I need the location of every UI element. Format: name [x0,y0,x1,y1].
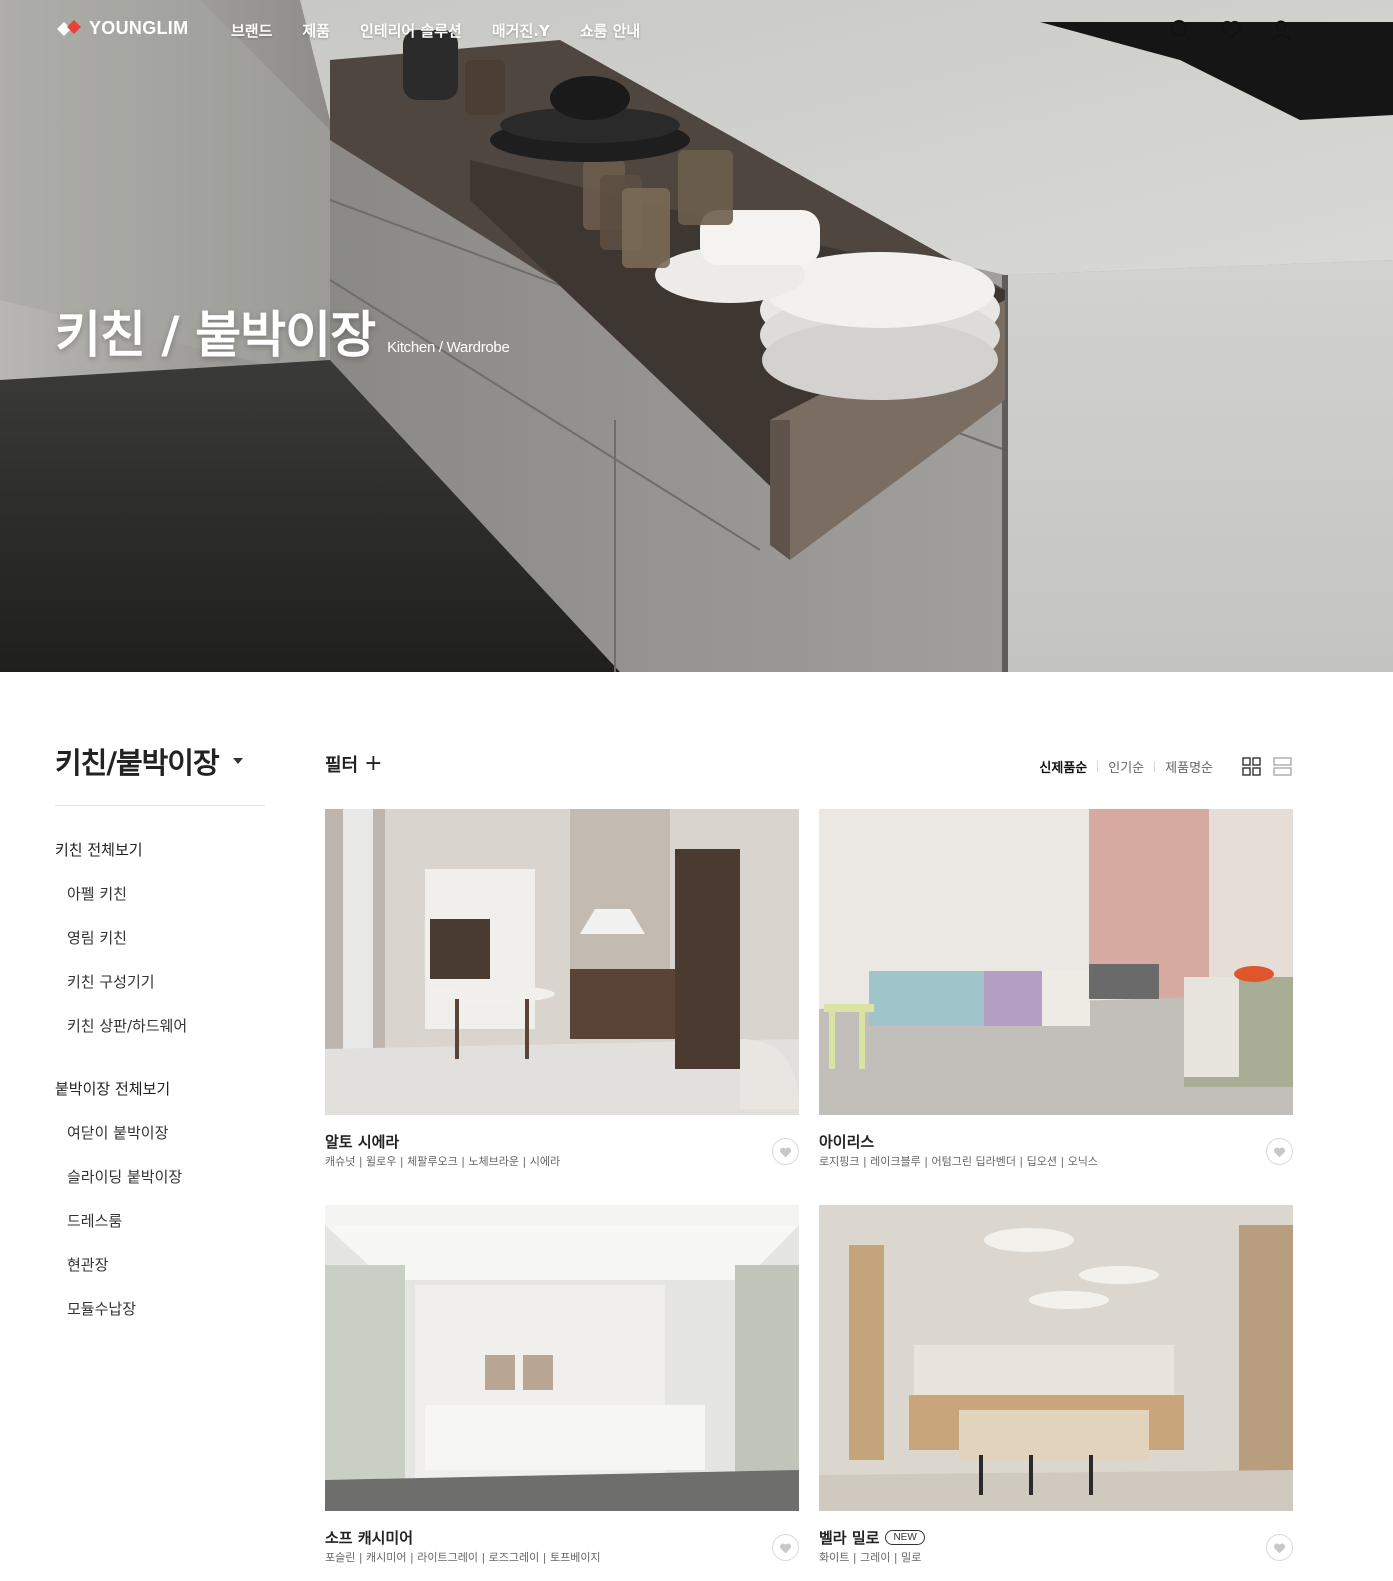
sidebar-item-shoe-cabinet[interactable]: 현관장 [55,1253,275,1297]
product-name-text: 벨라 밀로 [819,1529,880,1547]
nav-icon-group [1169,18,1293,42]
nav-item-products[interactable]: 제품 [302,20,330,41]
search-icon[interactable] [1169,18,1193,42]
wishlist-button[interactable] [772,1534,799,1561]
product-name[interactable]: 소프 캐시미어 [325,1527,413,1548]
sidebar-item-module-storage[interactable]: 모듈수납장 [55,1297,275,1341]
product-info: 아이리스 로지핑크 | 레이크블루 | 어텀그린 딥라벤더 | 딥오션 | 오닉… [819,1115,1293,1175]
sort-name[interactable]: 제품명순 [1165,757,1213,776]
heart-icon [779,1543,792,1553]
sort-newest[interactable]: 신제품순 [1039,757,1087,776]
main-menu: 브랜드 제품 인테리어 솔루션 매거진.Y 쇼룸 안내 [231,20,670,41]
hero-title-korean: 키친 / 붙박이장 [55,306,376,364]
nav-item-interior-solution[interactable]: 인테리어 솔루션 [360,20,462,41]
product-image[interactable] [819,1205,1293,1511]
filter-button[interactable]: 필터 + [325,751,383,777]
product-colors: 포슬린 | 캐시미어 | 라이트그레이 | 로즈그레이 | 토프베이지 [325,1551,601,1564]
sidebar-item-apel-kitchen[interactable]: 아펠 키친 [55,882,275,926]
sidebar-item-hinged-wardrobe[interactable]: 여닫이 붙박이장 [55,1121,275,1165]
brand-logo-icon [57,19,81,36]
product-card: 벨라 밀로 NEW 화이트 | 그레이 | 밀로 [819,1205,1293,1571]
brand-name: YOUNGLIM [89,18,189,38]
sidebar-item-kitchen-appliances[interactable]: 키친 구성기기 [55,970,275,1014]
heart-icon [1273,1147,1286,1157]
sidebar-item-younglim-kitchen[interactable]: 영림 키친 [55,926,275,970]
product-colors: 화이트 | 그레이 | 밀로 [819,1551,922,1564]
heart-icon[interactable] [1219,18,1243,42]
sort-popular[interactable]: 인기순 [1108,757,1144,776]
user-icon[interactable] [1269,18,1293,42]
nav-item-magazine[interactable]: 매거진.Y [492,20,550,41]
product-info: 벨라 밀로 NEW 화이트 | 그레이 | 밀로 [819,1511,1293,1571]
product-image[interactable] [325,809,799,1115]
wishlist-button[interactable] [1266,1534,1293,1561]
top-navigation: YOUNGLIM 브랜드 제품 인테리어 솔루션 매거진.Y 쇼룸 안내 [0,0,1393,62]
hero-title: 키친 / 붙박이장 Kitchen / Wardrobe [55,295,510,367]
sort-options: 신제품순 인기순 제품명순 [1039,757,1213,776]
product-card: 아이리스 로지핑크 | 레이크블루 | 어텀그린 딥라벤더 | 딥오션 | 오닉… [819,809,1293,1175]
category-header: 키친/붙박이장 [55,740,265,806]
product-image[interactable] [819,809,1293,1115]
sidebar-item-kitchen-countertop-hardware[interactable]: 키친 상판/하드웨어 [55,1014,275,1058]
product-name[interactable]: 아이리스 [819,1131,874,1152]
nav-item-brand[interactable]: 브랜드 [231,20,272,41]
list-view-icon[interactable] [1273,757,1292,776]
wishlist-button[interactable] [1266,1138,1293,1165]
plus-icon: + [364,751,383,776]
category-title: 키친/붙박이장 [55,746,220,780]
product-name-text: 아이리스 [819,1133,875,1151]
product-image[interactable] [325,1205,799,1511]
sidebar-item-sliding-wardrobe[interactable]: 슬라이딩 붙박이장 [55,1165,275,1209]
sidebar-item-wardrobe-all[interactable]: 붙박이장 전체보기 [55,1077,275,1121]
caret-down-icon[interactable] [232,758,243,764]
sidebar-item-dressroom[interactable]: 드레스룸 [55,1209,275,1253]
category-sidebar: 키친 전체보기 아펠 키친 영림 키친 키친 구성기기 키친 상판/하드웨어 붙… [55,838,275,1341]
divider [1154,761,1156,772]
wishlist-button[interactable] [772,1138,799,1165]
divider [1097,761,1099,772]
product-info: 소프 캐시미어 포슬린 | 캐시미어 | 라이트그레이 | 로즈그레이 | 토프… [325,1511,799,1571]
filter-label: 필터 [325,755,359,776]
new-badge: NEW [885,1530,925,1545]
product-card: 소프 캐시미어 포슬린 | 캐시미어 | 라이트그레이 | 로즈그레이 | 토프… [325,1205,799,1571]
product-name-text: 알토 시에라 [325,1133,400,1151]
product-colors: 캐슈넛 | 윌로우 | 체팔루오크 | 노체브라운 | 시에라 [325,1155,561,1168]
product-name[interactable]: 알토 시에라 [325,1131,399,1152]
heart-icon [1273,1543,1286,1553]
grid-view-icon[interactable] [1242,757,1261,776]
heart-icon [779,1147,792,1157]
hero-title-english: Kitchen / Wardrobe [387,339,510,356]
product-colors: 로지핑크 | 레이크블루 | 어텀그린 딥라벤더 | 딥오션 | 오닉스 [819,1155,1099,1168]
product-card: 알토 시에라 캐슈넛 | 윌로우 | 체팔루오크 | 노체브라운 | 시에라 [325,809,799,1175]
hero-banner: YOUNGLIM 브랜드 제품 인테리어 솔루션 매거진.Y 쇼룸 안내 키친 … [0,0,1393,672]
product-name-text: 소프 캐시미어 [325,1529,414,1547]
brand-logo[interactable]: YOUNGLIM [55,18,188,39]
product-info: 알토 시에라 캐슈넛 | 윌로우 | 체팔루오크 | 노체브라운 | 시에라 [325,1115,799,1175]
logo-accent [67,19,81,34]
sidebar-item-kitchen-all[interactable]: 키친 전체보기 [55,838,275,882]
product-name[interactable]: 벨라 밀로 NEW [819,1527,925,1548]
nav-item-showroom[interactable]: 쇼룸 안내 [580,20,640,41]
